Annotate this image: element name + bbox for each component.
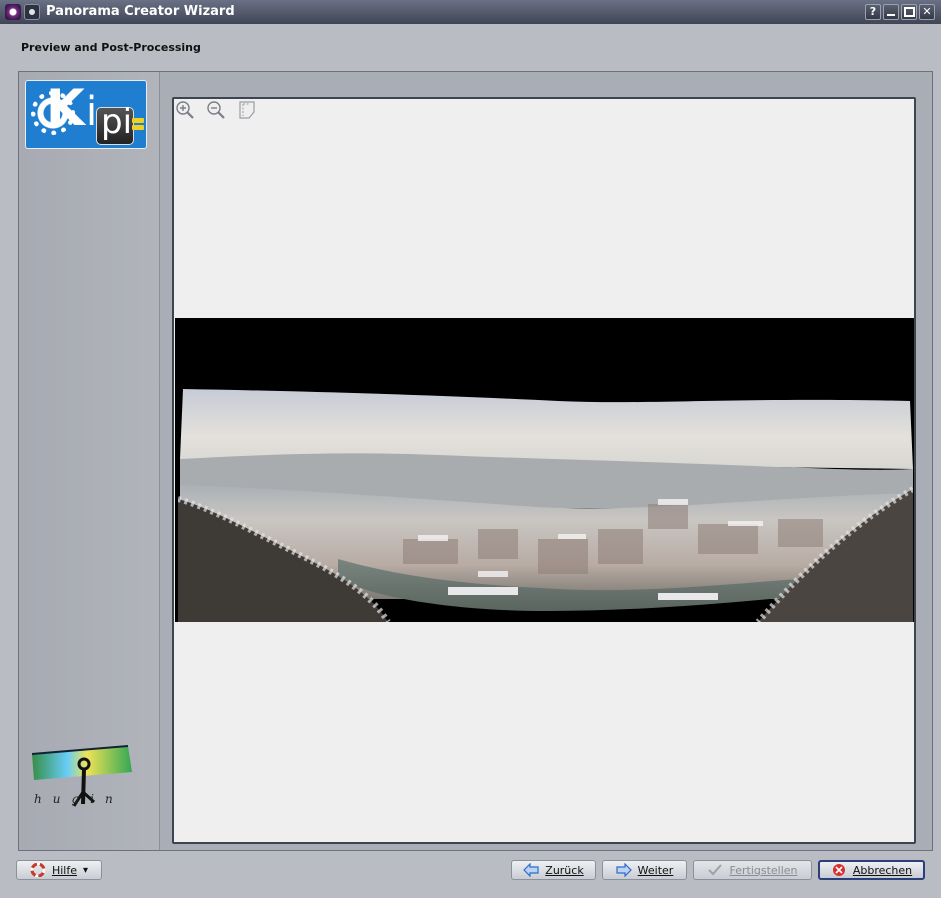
page-title: Preview and Post-Processing	[21, 41, 201, 54]
panorama-image	[175, 318, 914, 622]
next-button-label: Weiter	[637, 863, 674, 877]
chevron-down-icon: ▾	[83, 864, 89, 876]
cancel-icon	[831, 863, 847, 877]
fit-to-window-icon[interactable]	[237, 100, 257, 120]
kipi-plug-icon: pi	[96, 102, 134, 145]
arrow-right-icon	[616, 862, 632, 878]
window-menu-icon[interactable]	[24, 4, 40, 20]
panorama-photo	[178, 389, 913, 622]
kipi-logo-pi: pi	[101, 102, 133, 142]
finish-button[interactable]: Fertigstellen	[693, 860, 812, 880]
plug-pins-icon	[132, 116, 144, 134]
kipi-logo-k: K	[46, 79, 85, 137]
hugin-logo: hugin	[28, 742, 140, 814]
help-title-button[interactable]: ?	[865, 4, 881, 20]
back-button-label: Zurück	[545, 863, 584, 877]
zoom-in-icon[interactable]	[175, 100, 195, 120]
back-button[interactable]: Zurück	[511, 860, 596, 880]
window-title: Panorama Creator Wizard	[46, 4, 235, 19]
close-icon: ✕	[922, 5, 932, 18]
minimize-button[interactable]	[883, 4, 899, 20]
panorama-preview[interactable]	[172, 97, 916, 844]
help-button-label: Hilfe	[51, 863, 77, 877]
hugin-logo-text: hugin	[34, 792, 124, 806]
minimize-icon	[887, 14, 895, 16]
wizard-sidebar	[19, 72, 160, 850]
cancel-button[interactable]: Abbrechen	[818, 860, 925, 880]
help-button[interactable]: Hilfe ▾	[16, 860, 102, 880]
arrow-left-icon	[523, 862, 539, 878]
next-button[interactable]: Weiter	[602, 860, 687, 880]
kipi-logo: K i pi	[25, 79, 147, 149]
app-icon[interactable]	[5, 4, 21, 20]
checkmark-icon	[707, 863, 723, 877]
maximize-icon	[903, 7, 915, 17]
cancel-button-label: Abbrechen	[852, 863, 913, 877]
title-bar[interactable]: Panorama Creator Wizard ? ✕	[0, 0, 941, 24]
help-icon	[30, 862, 46, 878]
zoom-out-icon[interactable]	[206, 100, 226, 120]
maximize-button[interactable]	[901, 4, 917, 20]
finish-button-label: Fertigstellen	[729, 863, 798, 877]
close-button[interactable]: ✕	[919, 4, 935, 20]
